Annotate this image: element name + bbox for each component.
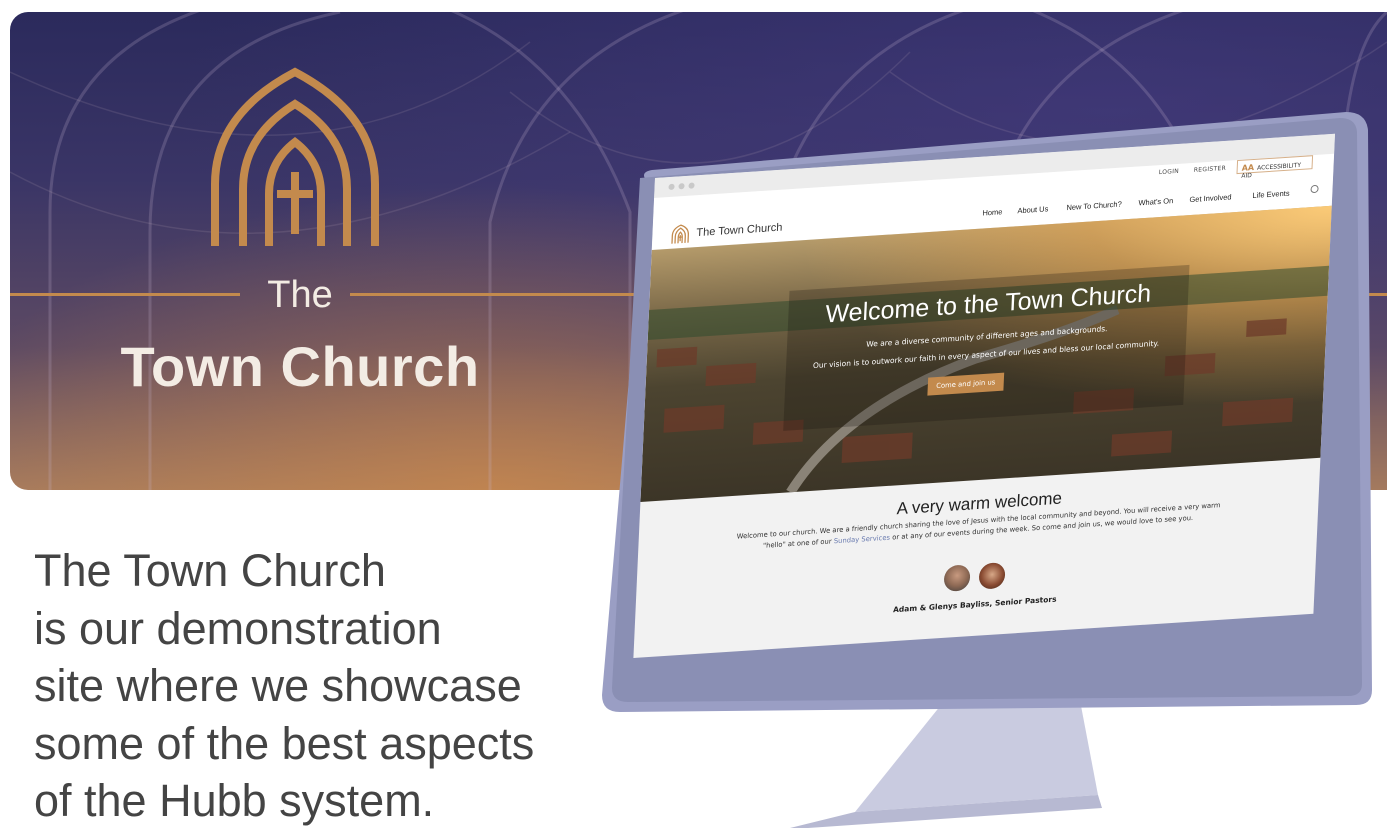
sunday-services-link[interactable]: Sunday Services (834, 533, 891, 545)
pastors-caption: Adam & Glenys Bayliss, Senior Pastors (635, 578, 1315, 631)
window-dot-icon[interactable] (688, 182, 694, 188)
nav-new-to-church[interactable]: New To Church? (1066, 199, 1122, 212)
pastor-avatar (943, 564, 970, 592)
nav-get-involved[interactable]: Get Involved (1189, 192, 1232, 204)
nav-about-us[interactable]: About Us (1017, 204, 1048, 215)
pastor-avatar (978, 562, 1005, 590)
description-line: The Town Church (34, 542, 594, 600)
description-line: site where we showcase (34, 657, 594, 715)
banner-title-name: Town Church (100, 334, 500, 399)
window-dot-icon[interactable] (668, 184, 674, 190)
window-dot-icon[interactable] (678, 183, 684, 189)
description-line: is our demonstration (34, 600, 594, 658)
nav-life-events[interactable]: Life Events (1252, 189, 1290, 200)
search-icon[interactable] (1310, 185, 1318, 194)
nav-whats-on[interactable]: What's On (1138, 196, 1173, 207)
site-logo-icon[interactable] (670, 224, 691, 245)
description: The Town Church is our demonstration sit… (34, 542, 594, 830)
banner-title-the: The (230, 274, 370, 317)
register-link[interactable]: REGISTER (1194, 165, 1227, 174)
nav-home[interactable]: Home (982, 207, 1002, 217)
monitor-screen: LOGIN REGISTER AAACCESSIBILITY AID The T… (633, 134, 1335, 658)
site-hero: Welcome to the Town Church We are a dive… (640, 206, 1331, 502)
church-arch-logo-icon (195, 64, 395, 254)
description-line: of the Hubb system. (34, 772, 594, 830)
banner-rule-left (10, 293, 240, 296)
description-line: some of the best aspects (34, 715, 594, 773)
login-link[interactable]: LOGIN (1159, 168, 1180, 176)
site-name[interactable]: The Town Church (696, 222, 783, 240)
